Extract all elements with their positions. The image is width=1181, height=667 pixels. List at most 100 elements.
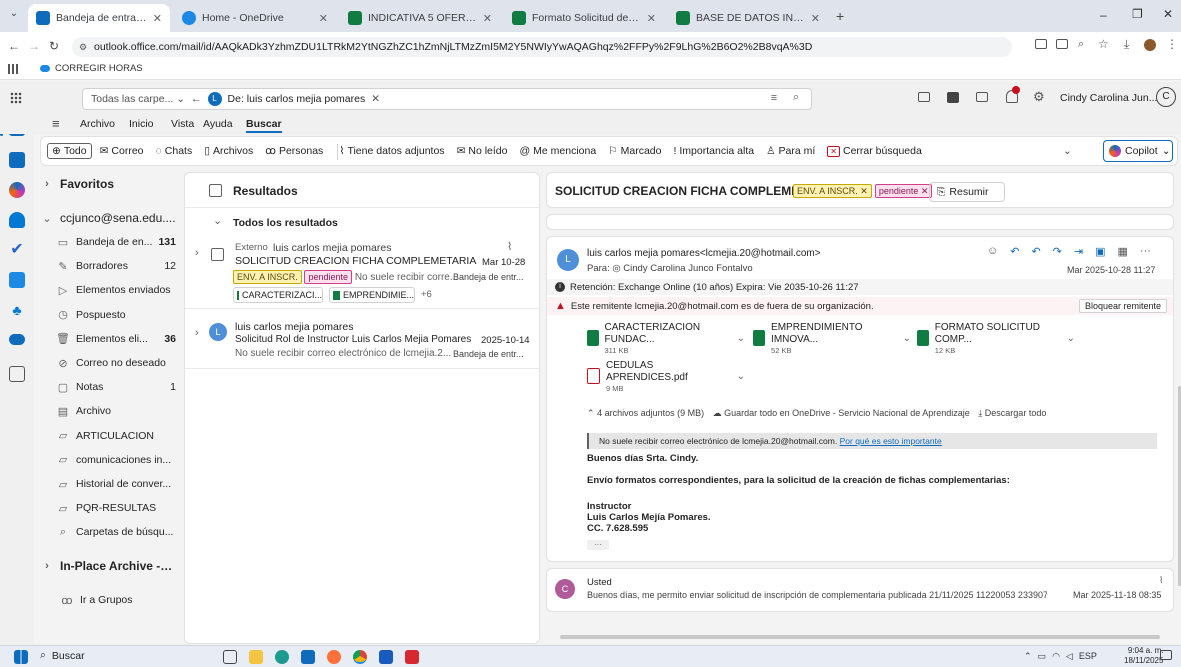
firefox-icon[interactable] <box>327 650 341 664</box>
reload-icon[interactable]: ↻ <box>49 39 59 53</box>
cast-icon[interactable] <box>1035 39 1047 49</box>
folder-item[interactable]: ◷ Pospuesto <box>40 303 178 327</box>
filter-icon[interactable]: ≡ <box>771 92 777 104</box>
tab-vista[interactable]: Vista <box>171 118 194 130</box>
folder-item[interactable]: ▱ ARTICULACION <box>40 424 178 448</box>
folder-item[interactable]: 🗑 Elementos eli... 36 <box>40 327 178 351</box>
close-tab-icon[interactable]: ✕ <box>811 12 820 25</box>
browser-tab[interactable]: Bandeja de entrada: Cindy Caro ✕ <box>28 4 170 32</box>
filter-todo[interactable]: ⊕ Todo <box>47 143 92 159</box>
taskbar-search[interactable]: ⌕ Buscar <box>40 649 85 662</box>
browser-menu-icon[interactable]: ⋮ <box>1166 37 1178 51</box>
user-name[interactable]: Cindy Carolina Jun... <box>1060 92 1157 104</box>
apps-grid-icon[interactable] <box>8 64 18 74</box>
hamburger-menu-icon[interactable]: ≡ <box>52 116 60 131</box>
expand-thread-icon[interactable]: › <box>195 247 199 259</box>
feedback-icon[interactable] <box>976 92 988 102</box>
todo-app-icon[interactable]: ✔ <box>9 242 25 258</box>
account-group[interactable]: ⌄ ccjunco@sena.edu.... <box>40 206 178 230</box>
volume-icon[interactable]: ◁ <box>1066 651 1073 662</box>
tray-overflow-icon[interactable]: ⌃ <box>1024 651 1032 662</box>
collapse-attachments-icon[interactable]: ⌃ <box>587 408 595 418</box>
people-app-icon[interactable] <box>9 212 25 228</box>
filter-correo[interactable]: ✉ Correo <box>96 143 148 159</box>
download-icon[interactable]: ⤓ <box>1124 37 1129 52</box>
teams-share-icon[interactable]: ⇥ <box>1074 245 1083 258</box>
search-box[interactable]: Todas las carpe... ⌄ ← L De: luis carlos… <box>82 88 812 110</box>
clear-query-icon[interactable]: ✕ <box>371 93 380 105</box>
filter-no-leido[interactable]: ✉ No leído <box>453 143 512 159</box>
horizontal-scrollbar[interactable] <box>560 635 1160 639</box>
minimize-button[interactable]: – <box>1100 8 1107 22</box>
site-info-icon[interactable]: ⚙ <box>79 37 87 57</box>
folder-item[interactable]: ▷ Elementos enviados <box>40 278 178 302</box>
folder-item[interactable]: ▱ Historial de conver... <box>40 472 178 496</box>
notifications-icon[interactable] <box>1006 86 1020 103</box>
expand-thread-icon[interactable]: › <box>195 327 199 339</box>
folder-item[interactable]: ✎ Borradores 12 <box>40 254 178 278</box>
clock[interactable]: 9:04 a. m. 18/11/2025 <box>1124 646 1163 666</box>
remove-tag-icon[interactable]: ✕ <box>921 186 929 196</box>
ribbon-expand-icon[interactable]: ⌄ <box>1063 145 1072 157</box>
search-scope-dropdown[interactable]: Todas las carpe... ⌄ <box>91 93 185 105</box>
windows-start-icon[interactable] <box>14 650 28 664</box>
search-back-icon[interactable]: ← <box>191 93 202 105</box>
notice-link[interactable]: Por qué es esto importante <box>840 436 942 446</box>
message-checkbox[interactable] <box>211 248 224 261</box>
app-launcher-icon[interactable] <box>10 92 22 104</box>
battery-icon[interactable]: ▭ <box>1038 651 1047 662</box>
chevron-down-icon[interactable]: ⌄ <box>737 333 745 344</box>
filter-importancia[interactable]: ! Importancia alta <box>669 143 758 159</box>
tab-inicio[interactable]: Inicio <box>129 118 154 130</box>
message-item[interactable]: › L luis carlos mejia pomares Solicitud … <box>185 311 539 369</box>
category-tag[interactable]: ENV. A INSCR. ✕ <box>793 184 872 198</box>
tab-buscar[interactable]: Buscar <box>246 118 282 133</box>
download-all-link[interactable]: Descargar todo <box>985 408 1047 418</box>
word-icon[interactable] <box>379 650 393 664</box>
settings-icon[interactable]: ⚙ <box>1033 89 1045 105</box>
chrome-icon[interactable] <box>353 650 367 664</box>
immersive-reader-icon[interactable]: ▦ <box>1118 245 1128 258</box>
edge-icon[interactable] <box>275 650 289 664</box>
chevron-down-icon[interactable]: ⌄ <box>213 214 222 227</box>
chevron-down-icon[interactable]: ⌄ <box>737 371 745 382</box>
attachment-card[interactable]: CEDULAS APRENDICES.pdf 9 MB ⌄ <box>587 360 745 393</box>
folder-item[interactable]: ▱ PQR-RESULTAS <box>40 496 178 520</box>
more-attachments[interactable]: +6 <box>421 289 432 300</box>
close-tab-icon[interactable]: ✕ <box>647 12 656 25</box>
zoom-icon[interactable]: ⌕ <box>1078 38 1084 51</box>
tab-ayuda[interactable]: Ayuda <box>203 118 233 130</box>
chevron-down-icon[interactable]: ⌄ <box>903 333 911 344</box>
attachment-card[interactable]: FORMATO SOLICITUD COMP... 12 KB ⌄ <box>917 322 1075 355</box>
attachment-card[interactable]: CARACTERIZACION FUNDAC... 311 KB ⌄ <box>587 322 745 355</box>
onedrive-app-icon[interactable] <box>9 334 25 345</box>
chevron-down-icon[interactable]: ⌄ <box>1067 333 1075 344</box>
select-all-checkbox[interactable] <box>209 184 222 197</box>
copilot-button[interactable]: Copilot ⌄ <box>1103 140 1173 162</box>
filter-marcado[interactable]: ⚐ Marcado <box>604 143 665 159</box>
filter-para-mi[interactable]: ♙ Para mí <box>762 143 819 159</box>
org-explorer-icon[interactable]: ♣ <box>9 302 25 318</box>
close-tab-icon[interactable]: ✕ <box>483 12 492 25</box>
reply-icon[interactable]: ↶ <box>1010 245 1019 258</box>
in-place-archive-group[interactable]: › In-Place Archive -Ci... <box>40 554 178 578</box>
url-field[interactable]: ⚙ outlook.office.com/mail/id/AAQkADk3Yzh… <box>72 37 1012 57</box>
meet-now-icon[interactable] <box>918 92 930 102</box>
copilot-app-icon[interactable] <box>9 182 25 198</box>
filter-adjuntos[interactable]: ⌇ Tiene datos adjuntos <box>335 143 448 159</box>
notification-center-icon[interactable] <box>1160 650 1172 660</box>
close-tab-icon[interactable]: ✕ <box>153 12 162 25</box>
wifi-icon[interactable]: ◠ <box>1052 651 1060 662</box>
acrobat-icon[interactable] <box>405 650 419 664</box>
save-onedrive-link[interactable]: Guardar todo en OneDrive - Servicio Naci… <box>724 408 970 418</box>
block-sender-button[interactable]: Bloquear remitente <box>1078 299 1167 313</box>
emoji-icon[interactable]: ☺ <box>987 245 998 258</box>
folder-item[interactable]: ▤ Archivo <box>40 399 178 423</box>
groups-link[interactable]: ꝏ Ir a Grupos <box>40 588 178 612</box>
folder-item[interactable]: ▱ comunicaciones in... <box>40 448 178 472</box>
new-tab-button[interactable]: + <box>836 8 844 24</box>
close-search-button[interactable]: ✕ Cerrar búsqueda <box>823 143 926 159</box>
summarize-button[interactable]: ⎘ Resumir <box>929 182 1005 202</box>
teams-icon[interactable] <box>947 92 959 103</box>
attachment-card[interactable]: EMPRENDIMIENTO IMNOVA... 52 KB ⌄ <box>753 322 911 355</box>
